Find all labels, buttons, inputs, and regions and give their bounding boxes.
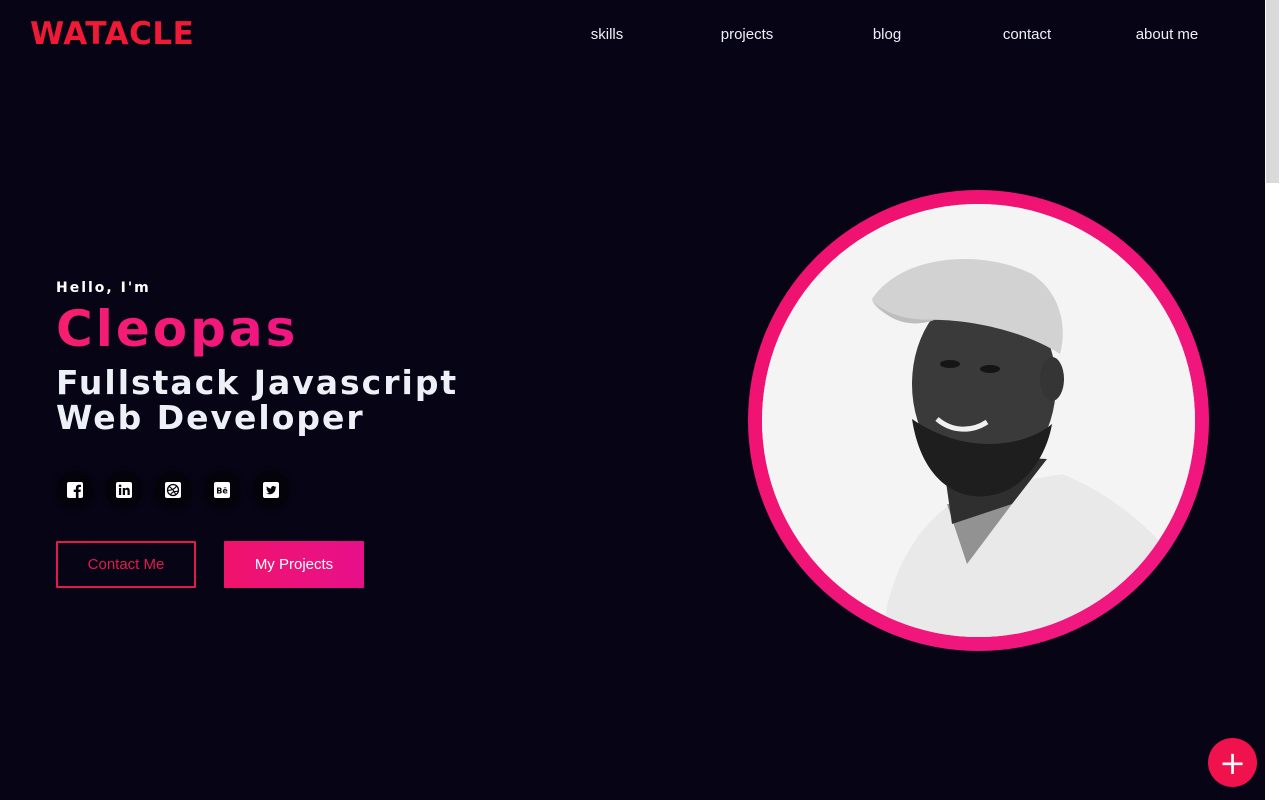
dribbble-icon: [163, 480, 183, 500]
floating-add-button[interactable]: +: [1208, 738, 1257, 787]
linkedin-icon: [114, 480, 134, 500]
scrollbar-thumb[interactable]: [1266, 0, 1279, 183]
twitter-link[interactable]: [253, 472, 289, 508]
hero-greeting: Hello, I'm: [56, 280, 151, 296]
hero-actions: Contact Me My Projects: [56, 541, 364, 588]
nav-about-me[interactable]: about me: [1097, 26, 1237, 43]
hero-role: Fullstack Javascript Web Developer: [56, 363, 459, 437]
hero-name: Cleopas: [56, 301, 496, 357]
behance-icon: Bē: [212, 480, 232, 500]
social-links: Bē: [57, 472, 289, 508]
main-nav: skills projects blog contact about me: [537, 26, 1237, 43]
nav-skills[interactable]: skills: [537, 26, 677, 43]
profile-photo-frame: [748, 190, 1209, 651]
hero-intro: Hello, I'm Cleopas Fullstack Javascript …: [56, 280, 496, 435]
profile-photo: [762, 204, 1195, 637]
facebook-icon: [65, 480, 85, 500]
nav-blog[interactable]: blog: [817, 26, 957, 43]
my-projects-button[interactable]: My Projects: [224, 541, 364, 588]
twitter-icon: [261, 480, 281, 500]
facebook-link[interactable]: [57, 472, 93, 508]
behance-link[interactable]: Bē: [204, 472, 240, 508]
dribbble-link[interactable]: [155, 472, 191, 508]
svg-text:Bē: Bē: [216, 487, 228, 496]
site-logo[interactable]: WATACLE: [30, 16, 194, 52]
nav-projects[interactable]: projects: [677, 26, 817, 43]
nav-contact[interactable]: contact: [957, 26, 1097, 43]
contact-me-button[interactable]: Contact Me: [56, 541, 196, 588]
page-scrollbar[interactable]: [1265, 0, 1280, 800]
linkedin-link[interactable]: [106, 472, 142, 508]
